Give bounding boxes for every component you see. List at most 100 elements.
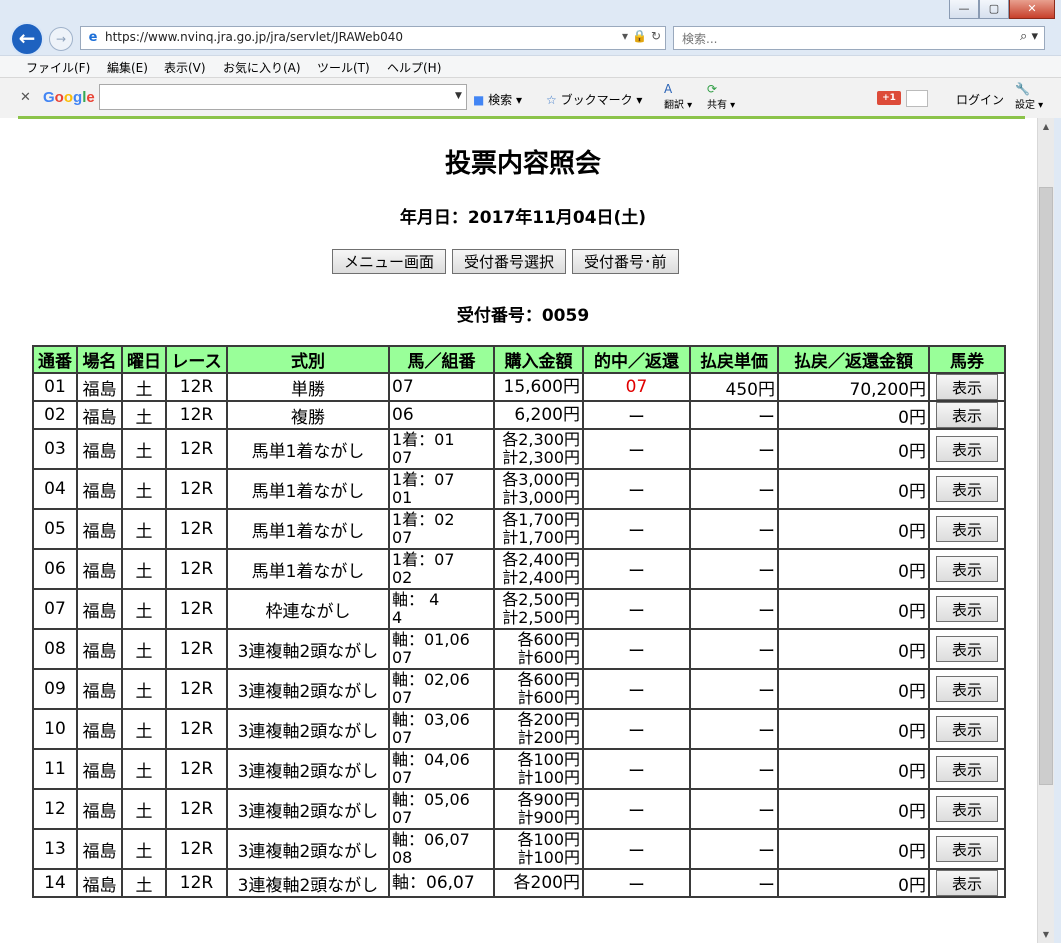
settings-button[interactable]: 🔧 設定 ▾ [1015, 82, 1043, 111]
google-search-input[interactable] [99, 84, 467, 110]
menu-bar: ファイル(F) 編集(E) 表示(V) お気に入り(A) ツール(T) ヘルプ(… [0, 55, 1061, 78]
cell-unit-payout: ー [689, 400, 779, 430]
bookmark-button[interactable]: ☆ ブックマーク ▾ [546, 91, 642, 108]
amount-line-1: 各200円 [517, 710, 580, 729]
cell-purchase-amount: 各2,400円 計2,400円 [493, 548, 584, 590]
gplus-button[interactable]: +1 [877, 91, 901, 105]
cell-serial: 13 [32, 828, 78, 870]
cell-bet-type: 3連複軸2頭ながし [226, 708, 390, 750]
amount-line-2: 計2,300円 [502, 448, 580, 467]
back-arrow-icon[interactable]: ← [10, 22, 44, 56]
header-serial: 通番 [32, 345, 78, 374]
share-button[interactable]: ⟳ 共有 ▾ [707, 82, 735, 111]
cell-serial: 08 [32, 628, 78, 670]
show-ticket-button[interactable]: 表示 [936, 516, 998, 542]
scroll-thumb[interactable] [1039, 187, 1053, 785]
maximize-icon[interactable]: ▢ [979, 0, 1009, 19]
scroll-up-icon[interactable]: ▲ [1038, 118, 1054, 135]
show-ticket-button[interactable]: 表示 [936, 756, 998, 782]
show-ticket-button[interactable]: 表示 [936, 871, 998, 895]
menu-tools[interactable]: ツール(T) [317, 59, 370, 76]
minimize-icon[interactable]: — [949, 0, 979, 19]
close-icon[interactable]: ✕ [1009, 0, 1055, 19]
show-ticket-button[interactable]: 表示 [936, 436, 998, 462]
cell-ticket: 表示 [928, 748, 1006, 790]
show-ticket-button[interactable]: 表示 [936, 676, 998, 702]
cell-venue: 福島 [76, 668, 123, 710]
table-row: 09 福島土 12R 3連複軸2頭ながし 軸：02,06 07 各600円 計600円ーー 0円… [32, 668, 1006, 710]
show-ticket-button[interactable]: 表示 [936, 796, 998, 822]
table-row: 03 福島土 12R 馬単1着ながし 1着：01 07 各2,300円 計2,300円ーー 0円… [32, 428, 1006, 470]
cell-bet-type: 枠連ながし [226, 588, 390, 630]
amount-line-1: 各2,300円 [502, 430, 580, 449]
table-row: 04 福島土 12R 馬単1着ながし 1着：07 01 各3,000円 計3,000円ーー 0円… [32, 468, 1006, 510]
cell-weekday: 土 [121, 400, 167, 430]
scroll-down-icon[interactable]: ▼ [1038, 926, 1054, 943]
combination-line-2: 07 [392, 688, 413, 707]
browser-search-input[interactable] [680, 29, 1004, 49]
cell-purchase-amount: 各100円 計100円 [493, 748, 584, 790]
vertical-scrollbar[interactable]: ▲ ▼ [1037, 118, 1054, 943]
forward-arrow-icon[interactable]: → [49, 27, 73, 51]
cell-race: 12R [165, 468, 228, 510]
combination-line-2: 07 [392, 448, 413, 467]
browser-search-box[interactable]: ⌕ ▾ [673, 26, 1045, 50]
cell-venue: 福島 [76, 428, 123, 470]
cell-unit-payout: ー [689, 828, 779, 870]
cell-venue: 福島 [76, 372, 123, 402]
receipt-prev-button[interactable]: 受付番号･前 [572, 249, 679, 274]
show-ticket-button[interactable]: 表示 [936, 596, 998, 622]
cell-combination: 1着：02 07 [388, 508, 495, 550]
table-row: 05 福島土 12R 馬単1着ながし 1着：02 07 各1,700円 計1,700円ーー 0円… [32, 508, 1006, 550]
header-race: レース [165, 345, 228, 374]
refresh-icon[interactable]: ↻ [651, 29, 661, 43]
show-ticket-button[interactable]: 表示 [936, 403, 998, 427]
address-bar[interactable]: e https://www.nvinq.jra.go.jp/jra/servle… [80, 26, 666, 50]
menu-edit[interactable]: 編集(E) [107, 59, 148, 76]
amount-line-1: 各600円 [517, 630, 580, 649]
dropdown-arrow-icon[interactable]: ▾ [622, 29, 628, 43]
google-logo: Google [43, 89, 95, 106]
show-ticket-button[interactable]: 表示 [936, 636, 998, 662]
show-ticket-button[interactable]: 表示 [936, 556, 998, 582]
amount-line-2: 計600円 [517, 648, 580, 667]
show-ticket-button[interactable]: 表示 [936, 836, 998, 862]
cell-purchase-amount: 各900円 計900円 [493, 788, 584, 830]
menu-file[interactable]: ファイル(F) [26, 59, 90, 76]
combination-line-1: 軸： 4 [392, 590, 440, 609]
page-content: 投票内容照会 年月日：2017年11月04日(土) メニュー画面 受付番号選択 … [0, 119, 1037, 943]
google-search-dropdown-icon[interactable]: ▼ [455, 91, 462, 101]
cell-weekday: 土 [121, 428, 167, 470]
show-ticket-button[interactable]: 表示 [936, 716, 998, 742]
cell-ticket: 表示 [928, 468, 1006, 510]
cell-bet-type: 3連複軸2頭ながし [226, 748, 390, 790]
cell-unit-payout: ー [689, 748, 779, 790]
google-search-button[interactable]: ■ 検索 ▾ [473, 91, 522, 108]
url-text[interactable]: https://www.nvinq.jra.go.jp/jra/servlet/… [105, 30, 403, 44]
show-ticket-button[interactable]: 表示 [936, 476, 998, 502]
cell-unit-payout: ー [689, 708, 779, 750]
cell-payout-amount: 0円 [777, 748, 930, 790]
menu-screen-button[interactable]: メニュー画面 [332, 249, 447, 274]
translate-button[interactable]: A 翻訳 ▾ [664, 82, 692, 111]
combination-line-1: 1着：01 [392, 430, 455, 449]
cell-ticket: 表示 [928, 628, 1006, 670]
receipt-select-button[interactable]: 受付番号選択 [452, 249, 567, 274]
cell-payout-amount: 0円 [777, 708, 930, 750]
login-link[interactable]: ログイン [956, 91, 1004, 108]
lock-icon[interactable]: 🔒 [632, 29, 647, 43]
combination-line-1: 軸：05,06 [392, 790, 470, 809]
cell-combination: 06 [388, 400, 495, 430]
menu-help[interactable]: ヘルプ(H) [387, 59, 441, 76]
browser-chrome: — ▢ ✕ ← → e https://www.nvinq.jra.go.jp/… [0, 0, 1061, 119]
table-row: 08 福島土 12R 3連複軸2頭ながし 軸：01,06 07 各600円 計600円ーー 0円… [32, 628, 1006, 670]
search-icon[interactable]: ⌕ ▾ [1020, 29, 1038, 44]
cell-hit: ー [582, 468, 691, 510]
menu-favorites[interactable]: お気に入り(A) [223, 59, 301, 76]
combination-line-2: 01 [392, 488, 413, 507]
menu-view[interactable]: 表示(V) [164, 59, 206, 76]
amount-line-1: 各2,500円 [502, 590, 580, 609]
show-ticket-button[interactable]: 表示 [936, 375, 998, 399]
toolbar-close-icon[interactable]: ✕ [20, 90, 31, 105]
cell-hit: ー [582, 748, 691, 790]
